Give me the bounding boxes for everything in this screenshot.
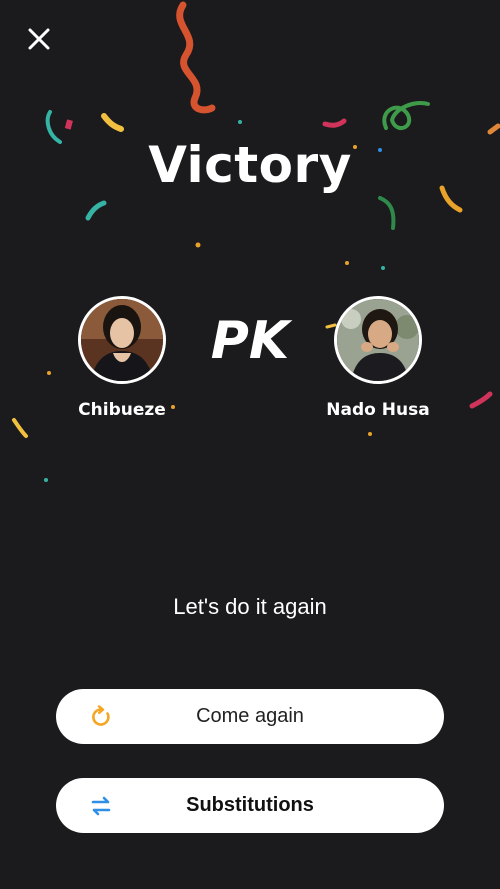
substitutions-button[interactable]: Substitutions [56,778,444,833]
again-prompt: Let's do it again [173,594,327,619]
pk-result-screen: Victory Chibueze PK Nado Husa Let's do i… [0,0,500,889]
substitutions-label: Substitutions [186,794,314,816]
result-title: Victory [148,136,352,194]
come-again-button[interactable]: Come again [56,689,444,744]
player-right-name: Nado Husa [326,400,430,420]
player-left-name: Chibueze [78,400,166,420]
refresh-icon [92,705,110,726]
come-again-label: Come again [196,705,304,727]
close-icon [28,28,50,50]
player-right-avatar[interactable] [334,296,422,384]
swap-icon [91,796,111,816]
close-button[interactable] [22,22,56,56]
player-right: Nado Husa [293,296,463,420]
confetti-decoration [12,1,500,482]
